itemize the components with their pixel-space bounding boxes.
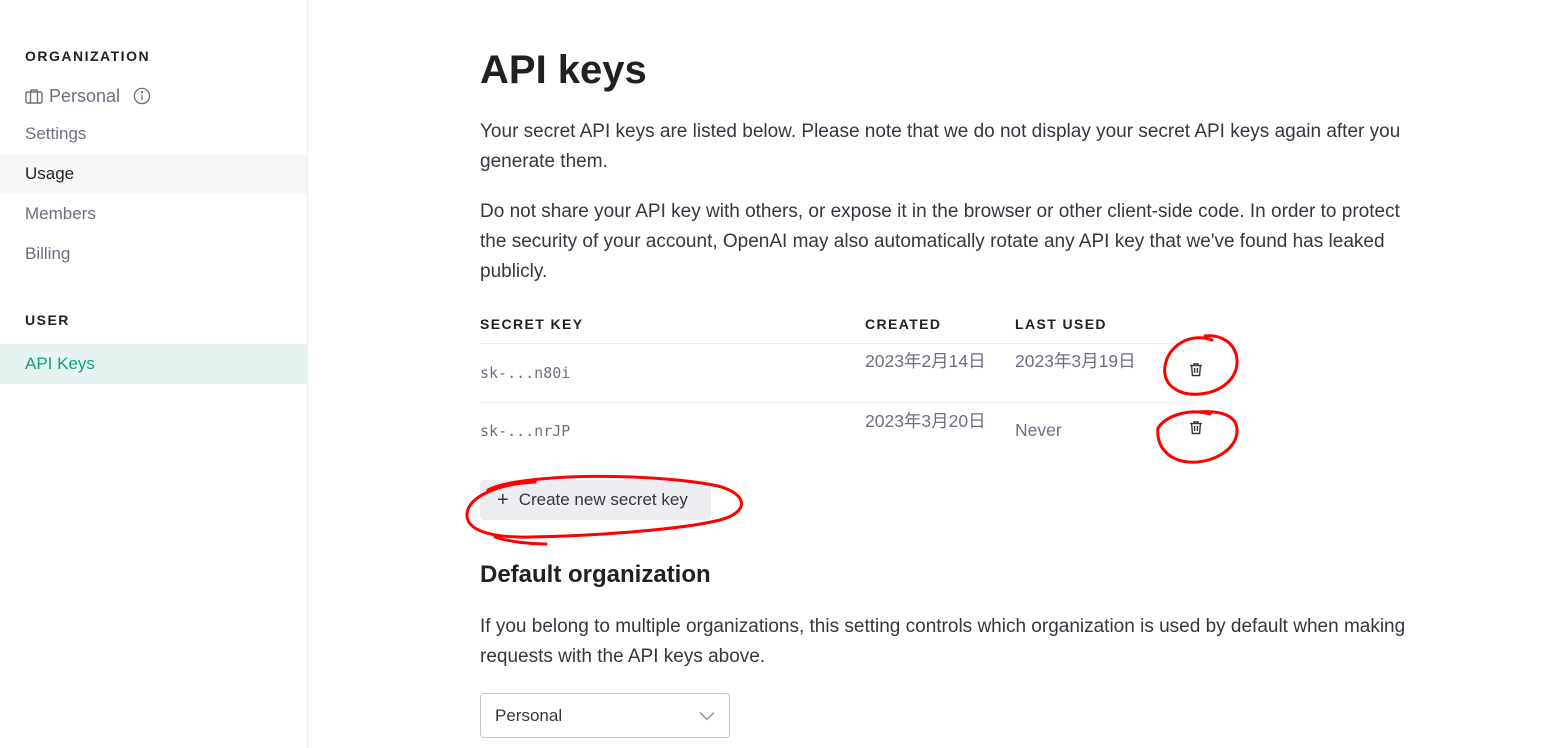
created-date: 2023年3月20日: [865, 411, 986, 431]
sidebar-item-members[interactable]: Members: [0, 194, 307, 234]
warning-text: Do not share your API key with others, o…: [480, 201, 1400, 282]
column-header-last-used: LAST USED: [1015, 316, 1107, 332]
organization-switcher[interactable]: Personal: [25, 84, 151, 108]
chevron-down-icon: [699, 706, 715, 726]
created-date: 2023年2月14日: [865, 351, 986, 371]
default-organization-heading: Default organization: [480, 561, 711, 588]
sidebar-item-settings[interactable]: Settings: [0, 114, 307, 154]
plus-icon: +: [497, 489, 509, 511]
button-label: Create new secret key: [518, 490, 688, 509]
column-header-secret-key: SECRET KEY: [480, 316, 584, 332]
user-heading: USER: [25, 312, 70, 328]
sidebar-item-api-keys[interactable]: API Keys: [0, 344, 307, 384]
trash-icon: [1189, 420, 1203, 440]
trash-icon: [1189, 362, 1203, 382]
sidebar-item-usage[interactable]: Usage: [0, 154, 307, 194]
info-icon[interactable]: [133, 87, 151, 105]
secret-key-value: sk-...n80i: [480, 364, 571, 382]
sidebar-item-label: API Keys: [25, 354, 95, 373]
sidebar-item-billing[interactable]: Billing: [0, 234, 307, 274]
sidebar-item-label: Settings: [25, 124, 87, 143]
delete-key-button[interactable]: [1184, 418, 1208, 442]
sidebar-item-label: Usage: [25, 164, 75, 183]
default-organization-select[interactable]: Personal: [480, 693, 730, 738]
sidebar: ORGANIZATION Personal Settings Usage Mem…: [0, 0, 308, 748]
secret-key-value: sk-...nrJP: [480, 422, 571, 440]
delete-key-button[interactable]: [1184, 360, 1208, 384]
divider: [480, 402, 1195, 403]
intro-text: Your secret API keys are listed below. P…: [480, 121, 1401, 172]
default-organization-description: If you belong to multiple organizations,…: [480, 616, 1406, 667]
create-new-secret-key-button[interactable]: + Create new secret key: [480, 480, 711, 520]
column-header-created: CREATED: [865, 316, 942, 332]
last-used-date: Never: [1015, 420, 1062, 440]
organization-heading: ORGANIZATION: [25, 48, 151, 64]
divider: [480, 343, 1195, 344]
last-used-date: 2023年3月19日: [1015, 351, 1136, 371]
briefcase-icon: [25, 88, 43, 104]
selected-organization: Personal: [495, 705, 563, 725]
sidebar-item-label: Members: [25, 204, 96, 223]
organization-name: Personal: [49, 85, 121, 106]
sidebar-item-label: Billing: [25, 244, 71, 263]
page-title: API keys: [480, 48, 647, 92]
